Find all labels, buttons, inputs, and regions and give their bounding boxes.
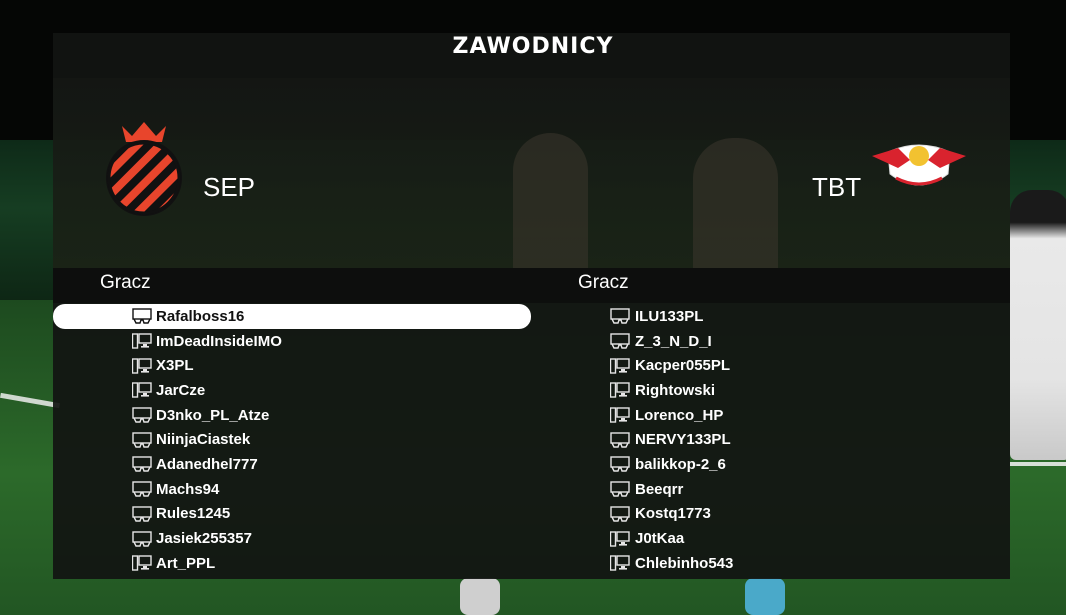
player-row[interactable]: ImDeadInsideIMO [53,329,531,354]
player-name: Kacper055PL [635,357,731,375]
background-player [1010,190,1066,460]
console-icon [609,431,631,449]
console-icon [609,455,631,473]
player-name: X3PL [156,357,194,375]
player-name: Chlebinho543 [635,554,734,572]
player-row[interactable]: Jasiek255357 [53,526,531,551]
player-name: JarCze [156,381,206,399]
away-team-name: TBT [812,172,862,202]
pc-icon [131,554,153,572]
player-row[interactable]: Z_3_N_D_I [531,329,1010,354]
console-icon [609,332,631,350]
player-name: ImDeadInsideIMO [156,332,282,350]
player-name: D3nko_PL_Atze [156,406,270,424]
home-column-header: Gracz [100,272,151,293]
player-name: Rightowski [635,381,716,399]
away-player-list: ILU133PL Z_3_N_D_I Kacper055PL Rightowski Lo… [531,304,1010,576]
console-icon [131,480,153,498]
background-boot [460,578,500,615]
player-row[interactable]: ILU133PL [531,304,1010,329]
pc-icon [609,357,631,375]
player-row[interactable]: X3PL [53,353,531,378]
player-name: balikkop-2_6 [635,455,726,473]
pc-icon [609,554,631,572]
player-row[interactable]: Lorenco_HP [531,403,1010,428]
console-icon [609,505,631,523]
hero-image [53,78,1010,268]
player-name: Lorenco_HP [635,406,724,424]
player-row[interactable]: Kostq1773 [531,502,1010,527]
pc-icon [609,530,631,548]
pc-icon [609,381,631,399]
player-name: Beeqrr [635,480,684,498]
console-icon [131,431,153,449]
player-name: Art_PPL [156,554,216,572]
console-icon [131,530,153,548]
player-name: Jasiek255357 [156,530,252,548]
player-row[interactable]: NERVY133PL [531,427,1010,452]
console-icon [131,307,153,325]
console-icon [609,480,631,498]
player-row[interactable]: balikkop-2_6 [531,452,1010,477]
away-team-badge-icon [872,144,966,186]
player-row[interactable]: D3nko_PL_Atze [53,403,531,428]
player-row[interactable]: Art_PPL [53,551,531,576]
player-name: NiinjaCiastek [156,431,251,449]
page-title: ZAWODNICY [452,34,614,59]
player-name: Rafalboss16 [156,307,245,325]
pc-icon [131,381,153,399]
pc-icon [131,332,153,350]
player-name: Machs94 [156,480,220,498]
player-row[interactable]: Rafalboss16 [53,304,531,329]
player-name: Rules1245 [156,505,231,523]
player-name: J0tKaa [635,530,685,548]
console-icon [131,406,153,424]
pc-icon [609,406,631,424]
player-row[interactable]: J0tKaa [531,526,1010,551]
player-row[interactable]: Adanedhel777 [53,452,531,477]
player-name: Adanedhel777 [156,455,258,473]
player-row[interactable]: NiinjaCiastek [53,427,531,452]
player-name: NERVY133PL [635,431,731,449]
home-player-list: Rafalboss16 ImDeadInsideIMO X3PL JarCze D3nk… [53,304,531,576]
console-icon [609,307,631,325]
home-team-name: SEP [203,172,256,202]
console-icon [131,505,153,523]
player-row[interactable]: Beeqrr [531,477,1010,502]
home-team-badge-icon [106,122,182,216]
away-column-header: Gracz [578,272,629,293]
player-row[interactable]: Kacper055PL [531,353,1010,378]
console-icon [131,455,153,473]
background-boot [745,578,785,615]
pitch-line [1010,462,1066,466]
player-name: ILU133PL [635,307,704,325]
pc-icon [131,357,153,375]
hero-player-figure [513,133,588,268]
player-row[interactable]: JarCze [53,378,531,403]
hero-player-figure [693,138,778,268]
player-name: Kostq1773 [635,505,711,523]
player-name: Z_3_N_D_I [635,332,712,350]
player-row[interactable]: Chlebinho543 [531,551,1010,576]
player-row[interactable]: Machs94 [53,477,531,502]
player-row[interactable]: Rules1245 [53,502,531,527]
player-row[interactable]: Rightowski [531,378,1010,403]
